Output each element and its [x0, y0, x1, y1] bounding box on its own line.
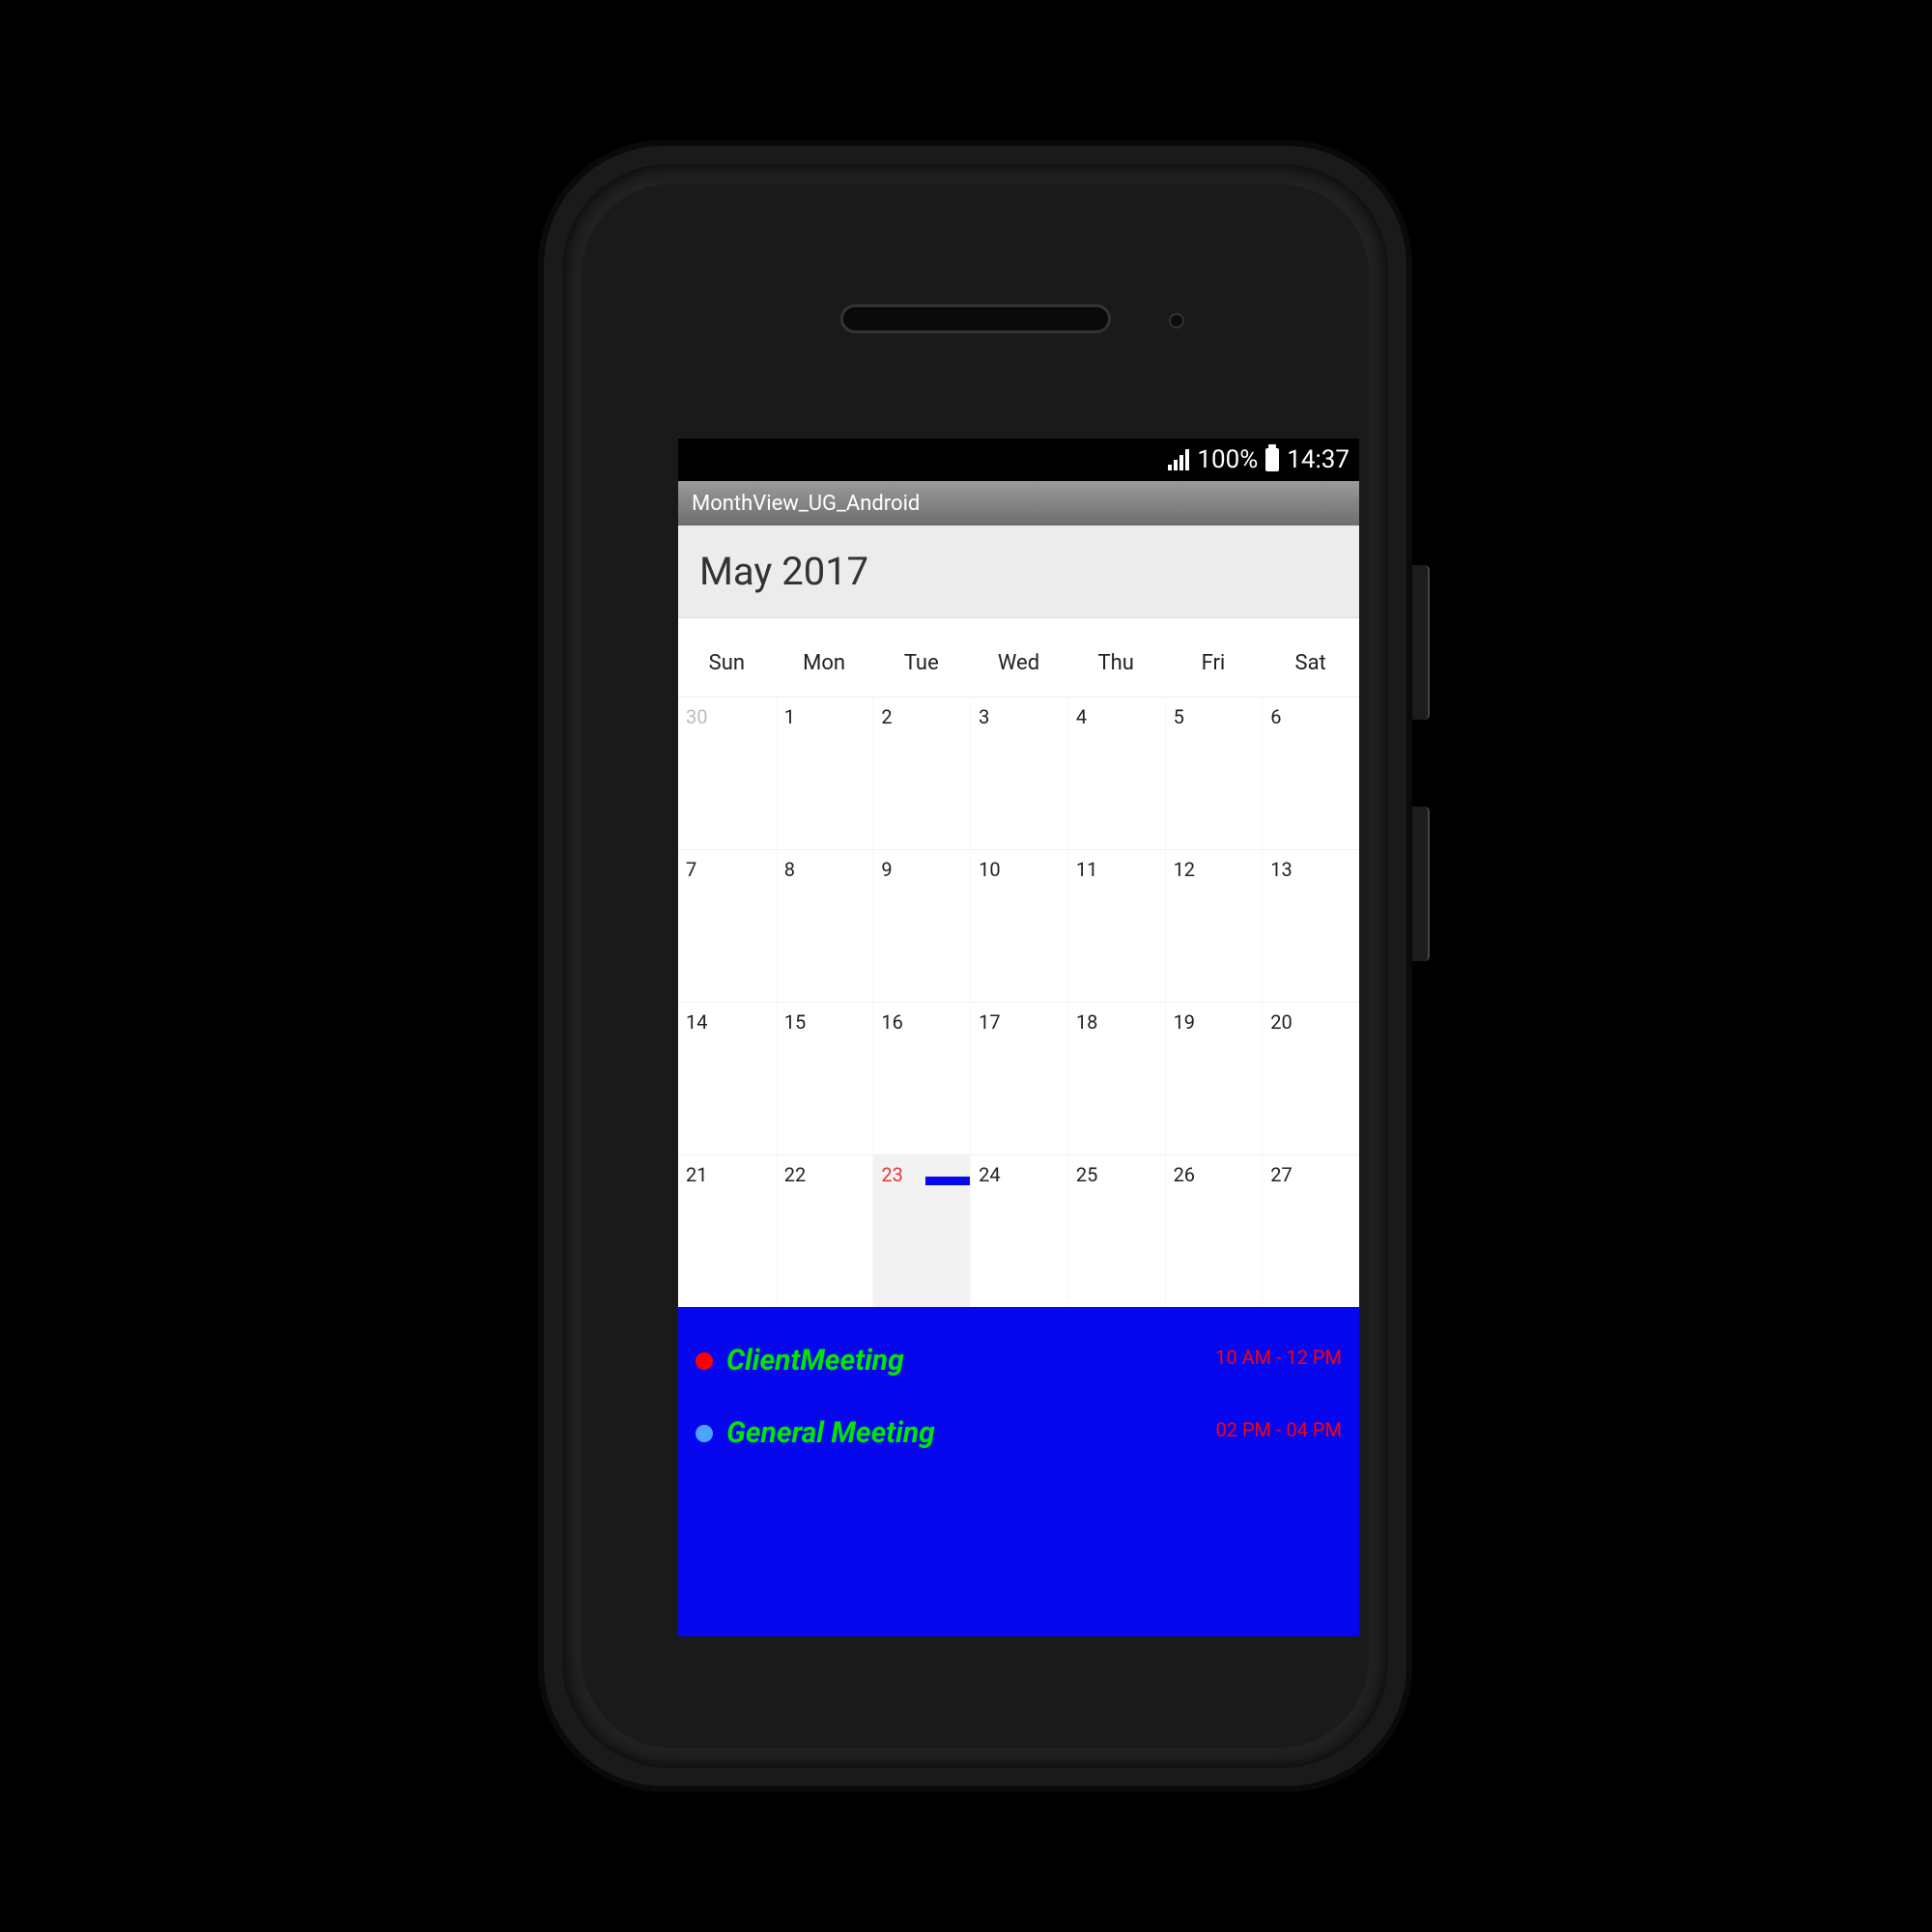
- agenda-dot-icon: [696, 1425, 713, 1442]
- dow-label: Wed: [970, 618, 1067, 696]
- day-of-week-row: SunMonTueWedThuFriSat: [678, 618, 1359, 696]
- day-number: 20: [1270, 1010, 1292, 1034]
- day-number: 24: [979, 1163, 1000, 1186]
- agenda-item[interactable]: General Meeting 02 PM - 04 PM: [696, 1399, 1342, 1471]
- calendar-cell[interactable]: 2: [872, 696, 970, 849]
- phone-inner-2: 100% 14:37 MonthView_UG_Android May 2017: [582, 184, 1369, 1748]
- app-title: MonthView_UG_Android: [692, 492, 920, 516]
- agenda-item-left: General Meeting: [696, 1416, 935, 1450]
- calendar-cell[interactable]: 4: [1067, 696, 1165, 849]
- calendar-cell[interactable]: 7: [678, 849, 776, 1002]
- agenda-item[interactable]: ClientMeeting 10 AM - 12 PM: [696, 1326, 1342, 1399]
- day-number: 1: [784, 705, 795, 728]
- battery-icon: [1265, 448, 1279, 471]
- day-number: 3: [979, 705, 989, 728]
- dow-label: Sat: [1262, 618, 1359, 696]
- calendar-cell[interactable]: 22: [776, 1154, 873, 1307]
- battery-percent: 100%: [1197, 445, 1258, 474]
- calendar-cell[interactable]: 21: [678, 1154, 776, 1307]
- agenda-title: General Meeting: [726, 1416, 935, 1450]
- calendar-cell[interactable]: 18: [1067, 1002, 1165, 1154]
- agenda-item-left: ClientMeeting: [696, 1344, 904, 1378]
- calendar-cell[interactable]: 27: [1262, 1154, 1359, 1307]
- dow-label: Sun: [678, 618, 776, 696]
- calendar-cell[interactable]: 17: [970, 1002, 1067, 1154]
- month-header[interactable]: May 2017: [678, 526, 1359, 618]
- calendar-weeks: 3012345678910111213141516171819202122232…: [678, 696, 1359, 1307]
- day-number: 6: [1270, 705, 1281, 728]
- day-number: 15: [784, 1010, 806, 1034]
- screen: 100% 14:37 MonthView_UG_Android May 2017: [678, 439, 1359, 1636]
- calendar-cell[interactable]: 19: [1165, 1002, 1263, 1154]
- calendar-week: 30 1 2 3 4 5 6: [678, 696, 1359, 849]
- dow-label: Thu: [1067, 618, 1165, 696]
- calendar-cell[interactable]: 20: [1262, 1002, 1359, 1154]
- calendar-cell[interactable]: 6: [1262, 696, 1359, 849]
- day-number: 21: [686, 1163, 707, 1186]
- calendar-cell[interactable]: 24: [970, 1154, 1067, 1307]
- day-number: 10: [979, 858, 1000, 881]
- calendar-cell[interactable]: 14: [678, 1002, 776, 1154]
- phone-inner: 100% 14:37 MonthView_UG_Android May 2017: [562, 164, 1388, 1768]
- day-number: 26: [1174, 1163, 1195, 1186]
- agenda-time: 02 PM - 04 PM: [1216, 1416, 1343, 1441]
- agenda-title: ClientMeeting: [726, 1344, 904, 1378]
- month-label: May 2017: [699, 549, 868, 594]
- day-number: 27: [1270, 1163, 1292, 1186]
- calendar-cell[interactable]: 26: [1165, 1154, 1263, 1307]
- calendar-week: 21 22 23 24 25 26 27: [678, 1154, 1359, 1307]
- day-number: 9: [881, 858, 892, 881]
- day-number: 30: [686, 705, 707, 728]
- day-number: 12: [1174, 858, 1195, 881]
- calendar-cell[interactable]: 10: [970, 849, 1067, 1002]
- day-number: 2: [881, 705, 892, 728]
- day-number: 4: [1076, 705, 1087, 728]
- day-number: 19: [1174, 1010, 1195, 1034]
- dow-label: Mon: [776, 618, 873, 696]
- front-camera: [1169, 313, 1184, 328]
- calendar-cell[interactable]: 11: [1067, 849, 1165, 1002]
- volume-up-button[interactable]: [1412, 565, 1430, 720]
- app-title-bar: MonthView_UG_Android: [678, 481, 1359, 526]
- agenda-panel: ClientMeeting 10 AM - 12 PM General Meetin…: [678, 1307, 1359, 1636]
- day-number: 25: [1076, 1163, 1097, 1186]
- day-number: 8: [784, 858, 795, 881]
- earpiece-speaker: [840, 304, 1111, 333]
- day-number: 11: [1076, 858, 1097, 881]
- day-number: 14: [686, 1010, 707, 1034]
- day-number: 23: [881, 1163, 902, 1186]
- day-number: 13: [1270, 858, 1292, 881]
- day-number: 5: [1174, 705, 1184, 728]
- calendar-cell[interactable]: 12: [1165, 849, 1263, 1002]
- agenda-dot-icon: [696, 1352, 713, 1370]
- day-number: 18: [1076, 1010, 1097, 1034]
- calendar-cell[interactable]: 23: [872, 1154, 970, 1307]
- calendar-cell[interactable]: 8: [776, 849, 873, 1002]
- phone-frame: 100% 14:37 MonthView_UG_Android May 2017: [538, 140, 1412, 1792]
- calendar-cell[interactable]: 30: [678, 696, 776, 849]
- calendar-cell[interactable]: 1: [776, 696, 873, 849]
- calendar-cell[interactable]: 13: [1262, 849, 1359, 1002]
- event-indicator: [925, 1177, 970, 1185]
- clock: 14:37: [1287, 445, 1350, 474]
- dow-label: Fri: [1165, 618, 1263, 696]
- day-number: 16: [881, 1010, 902, 1034]
- calendar-cell[interactable]: 16: [872, 1002, 970, 1154]
- calendar-week: 14 15 16 17 18 19 20: [678, 1002, 1359, 1154]
- calendar-week: 7 8 9 10 11 12 13: [678, 849, 1359, 1002]
- signal-icon: [1168, 449, 1189, 470]
- agenda-time: 10 AM - 12 PM: [1215, 1344, 1342, 1369]
- volume-down-button[interactable]: [1412, 807, 1430, 961]
- calendar: SunMonTueWedThuFriSat 301234567891011121…: [678, 618, 1359, 1307]
- calendar-cell[interactable]: 3: [970, 696, 1067, 849]
- day-number: 22: [784, 1163, 806, 1186]
- day-number: 17: [979, 1010, 1000, 1034]
- calendar-cell[interactable]: 5: [1165, 696, 1263, 849]
- calendar-cell[interactable]: 15: [776, 1002, 873, 1154]
- status-bar: 100% 14:37: [678, 439, 1359, 481]
- calendar-cell[interactable]: 9: [872, 849, 970, 1002]
- day-number: 7: [686, 858, 696, 881]
- calendar-cell[interactable]: 25: [1067, 1154, 1165, 1307]
- dow-label: Tue: [872, 618, 970, 696]
